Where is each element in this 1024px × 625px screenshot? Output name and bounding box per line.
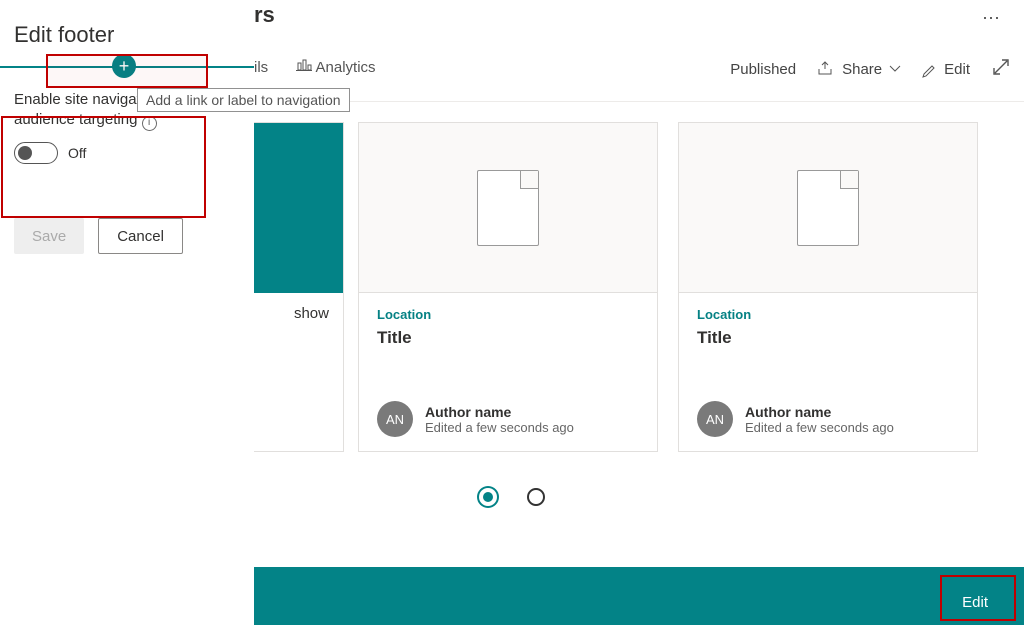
card-image-teal [254, 123, 343, 293]
edit-button[interactable]: Edit [922, 61, 970, 78]
carousel-dots [479, 488, 545, 506]
tooltip-add-link: Add a link or label to navigation [137, 88, 350, 112]
more-actions-button[interactable]: ⋯ [982, 8, 1002, 29]
document-placeholder-icon [797, 170, 859, 246]
toggle-state-label: Off [68, 145, 86, 161]
news-card[interactable]: Location Title AN Author name Edited a f… [358, 122, 658, 452]
card-title: Title [377, 328, 639, 348]
chevron-down-icon [890, 66, 900, 72]
news-card[interactable]: Location Title AN Author name Edited a f… [678, 122, 978, 452]
site-footer [254, 567, 1024, 625]
analytics-icon [296, 58, 312, 72]
card-image-area [359, 123, 657, 293]
tab-analytics[interactable]: Analytics [296, 58, 375, 76]
plus-icon: + [119, 57, 130, 75]
card-timestamp: Edited a few seconds ago [425, 420, 574, 435]
author-avatar: AN [697, 401, 733, 437]
save-button: Save [14, 218, 84, 254]
cancel-button[interactable]: Cancel [98, 218, 183, 254]
panel-title: Edit footer [0, 0, 254, 58]
carousel-dot-1[interactable] [479, 488, 497, 506]
card-image-area [679, 123, 977, 293]
toggle-knob [18, 146, 32, 160]
pencil-icon [922, 62, 936, 76]
card-location: Location [377, 307, 639, 322]
card-location: Location [697, 307, 959, 322]
author-avatar: AN [377, 401, 413, 437]
footer-edit-button[interactable]: Edit [962, 594, 988, 611]
author-name: Author name [745, 404, 894, 420]
edit-label: Edit [944, 61, 970, 78]
footer-links-divider: + [0, 66, 254, 68]
expand-button[interactable] [992, 58, 1010, 80]
tab-fragment[interactable]: ils [254, 59, 268, 76]
card-title: Title [697, 328, 959, 348]
news-card-partial[interactable]: show [254, 122, 344, 452]
add-link-button[interactable]: + [112, 54, 136, 78]
audience-targeting-toggle[interactable] [14, 142, 58, 164]
tab-analytics-label: Analytics [316, 59, 376, 76]
carousel-dot-2[interactable] [527, 488, 545, 506]
audience-targeting-label-line2: audience targeting [14, 111, 137, 128]
page-title-fragment: rs [254, 2, 275, 28]
card-partial-text: show [294, 305, 329, 322]
share-button[interactable]: Share [818, 61, 900, 78]
expand-icon [992, 58, 1010, 76]
card-timestamp: Edited a few seconds ago [745, 420, 894, 435]
status-published: Published [730, 61, 796, 78]
info-icon[interactable]: i [142, 116, 157, 131]
share-label: Share [842, 61, 882, 78]
document-placeholder-icon [477, 170, 539, 246]
share-icon [818, 62, 834, 76]
author-name: Author name [425, 404, 574, 420]
